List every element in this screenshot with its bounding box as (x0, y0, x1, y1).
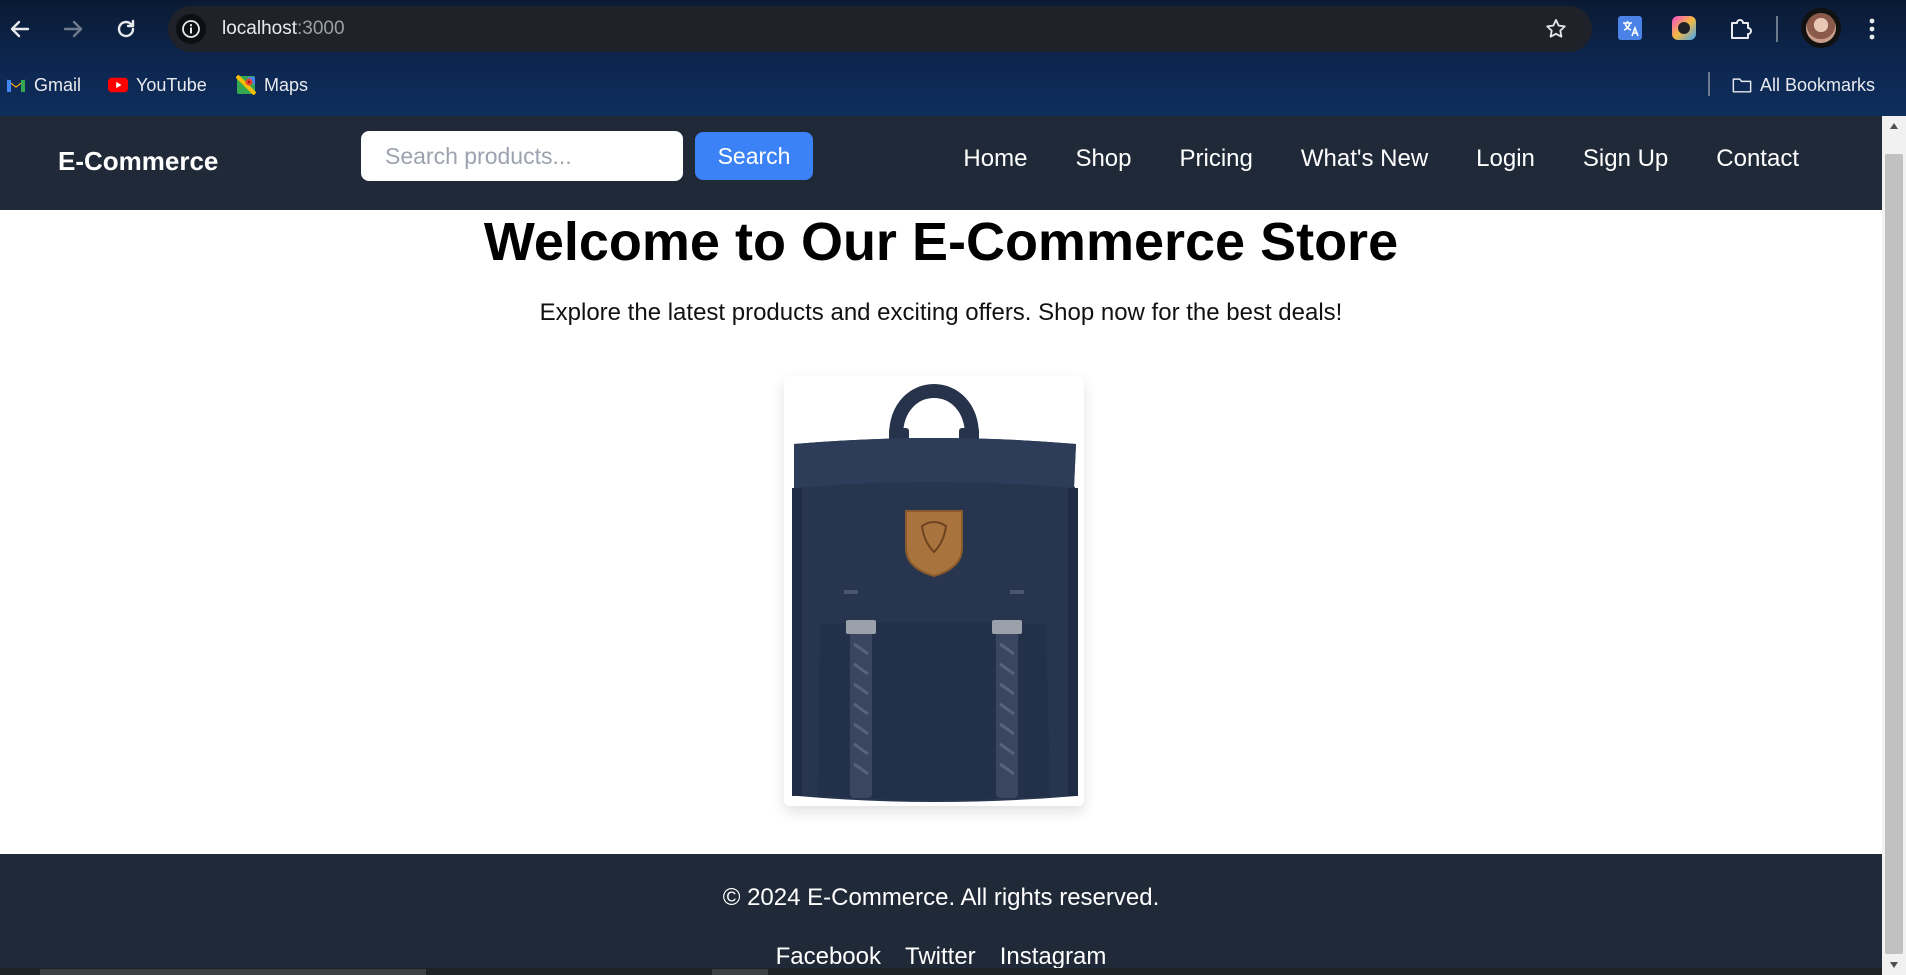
search-input[interactable] (361, 131, 683, 181)
bookmark-gmail[interactable]: Gmail (6, 72, 81, 98)
product-card[interactable] (784, 376, 1084, 806)
nav-shop[interactable]: Shop (1075, 145, 1131, 173)
copyright-text: © 2024 E-Commerce. All rights reserved. (722, 884, 1160, 911)
bookmarks-divider (1708, 72, 1710, 96)
arrow-right-icon (63, 20, 83, 38)
bookmark-label: YouTube (136, 74, 207, 95)
facebook-link[interactable]: Facebook (776, 943, 881, 971)
hero-title: Welcome to Our E-Commerce Store (483, 212, 1399, 272)
hero-subtitle: Explore the latest products and exciting… (539, 299, 1343, 326)
bookmark-label: Gmail (34, 74, 82, 95)
nav-login[interactable]: Login (1476, 145, 1535, 173)
toolbar-divider (1776, 16, 1778, 42)
all-bookmarks-label: All Bookmarks (1760, 74, 1876, 95)
url-host: localhost (222, 18, 297, 39)
url-port: :3000 (297, 18, 345, 39)
folder-icon (1732, 76, 1752, 94)
site-header: E-Commerce Search Home Shop Pricing What… (0, 116, 1882, 210)
back-button[interactable] (2, 11, 38, 47)
reload-icon (117, 19, 135, 38)
puzzle-extensions-icon[interactable] (1724, 12, 1756, 44)
main-nav: Home Shop Pricing What's New Login Sign … (963, 145, 1799, 173)
page-scrollbar[interactable] (1882, 116, 1906, 975)
scrollbar-thumb[interactable] (1885, 154, 1903, 954)
profile-avatar[interactable] (1801, 8, 1841, 48)
all-bookmarks[interactable]: All Bookmarks (1732, 72, 1875, 98)
forward-button[interactable] (55, 11, 91, 47)
nav-whats-new[interactable]: What's New (1301, 145, 1428, 173)
scroll-up-arrow-icon[interactable] (1882, 116, 1906, 136)
reload-button[interactable] (108, 11, 144, 47)
url-text[interactable]: localhost:3000 (222, 18, 345, 40)
bookmarks-bar: Gmail YouTube Maps All Bookmarks (0, 64, 1906, 104)
star-icon[interactable] (1544, 17, 1568, 45)
site-brand[interactable]: E-Commerce (58, 146, 218, 177)
horizontal-scroll-thumb[interactable] (40, 969, 426, 975)
scroll-down-arrow-icon[interactable] (1882, 955, 1906, 975)
bookmark-label: Maps (264, 74, 309, 95)
search-button[interactable]: Search (695, 132, 813, 180)
navy-backpack-image (784, 376, 1084, 806)
nav-pricing[interactable]: Pricing (1180, 145, 1253, 173)
instagram-link[interactable]: Instagram (1000, 943, 1107, 971)
info-icon[interactable] (176, 14, 206, 44)
social-links: Facebook Twitter Instagram (0, 943, 1882, 971)
bookmark-maps[interactable]: Maps (236, 72, 308, 98)
horizontal-scroll-segment (712, 969, 768, 975)
translate-extension-icon[interactable] (1614, 12, 1646, 44)
arrow-left-icon (10, 20, 30, 38)
youtube-icon (108, 76, 128, 94)
browser-toolbar: localhost:3000 (0, 0, 1906, 58)
address-bar[interactable]: localhost:3000 (168, 6, 1592, 52)
nav-contact[interactable]: Contact (1716, 145, 1799, 173)
twitter-link[interactable]: Twitter (905, 943, 976, 971)
nav-home[interactable]: Home (963, 145, 1027, 173)
page-viewport: E-Commerce Search Home Shop Pricing What… (0, 116, 1882, 975)
maps-icon (236, 75, 256, 95)
kebab-menu-icon[interactable] (1854, 11, 1890, 47)
horizontal-scroll-strip (0, 968, 1882, 975)
color-extension-icon[interactable] (1668, 12, 1700, 44)
site-footer: © 2024 E-Commerce. All rights reserved. … (0, 854, 1882, 975)
nav-sign-up[interactable]: Sign Up (1583, 145, 1668, 173)
bookmark-youtube[interactable]: YouTube (108, 72, 207, 98)
browser-chrome: localhost:3000 Gmail YouTube Maps All Bo… (0, 0, 1906, 116)
gmail-icon (6, 76, 26, 94)
avatar-photo (1806, 13, 1836, 43)
